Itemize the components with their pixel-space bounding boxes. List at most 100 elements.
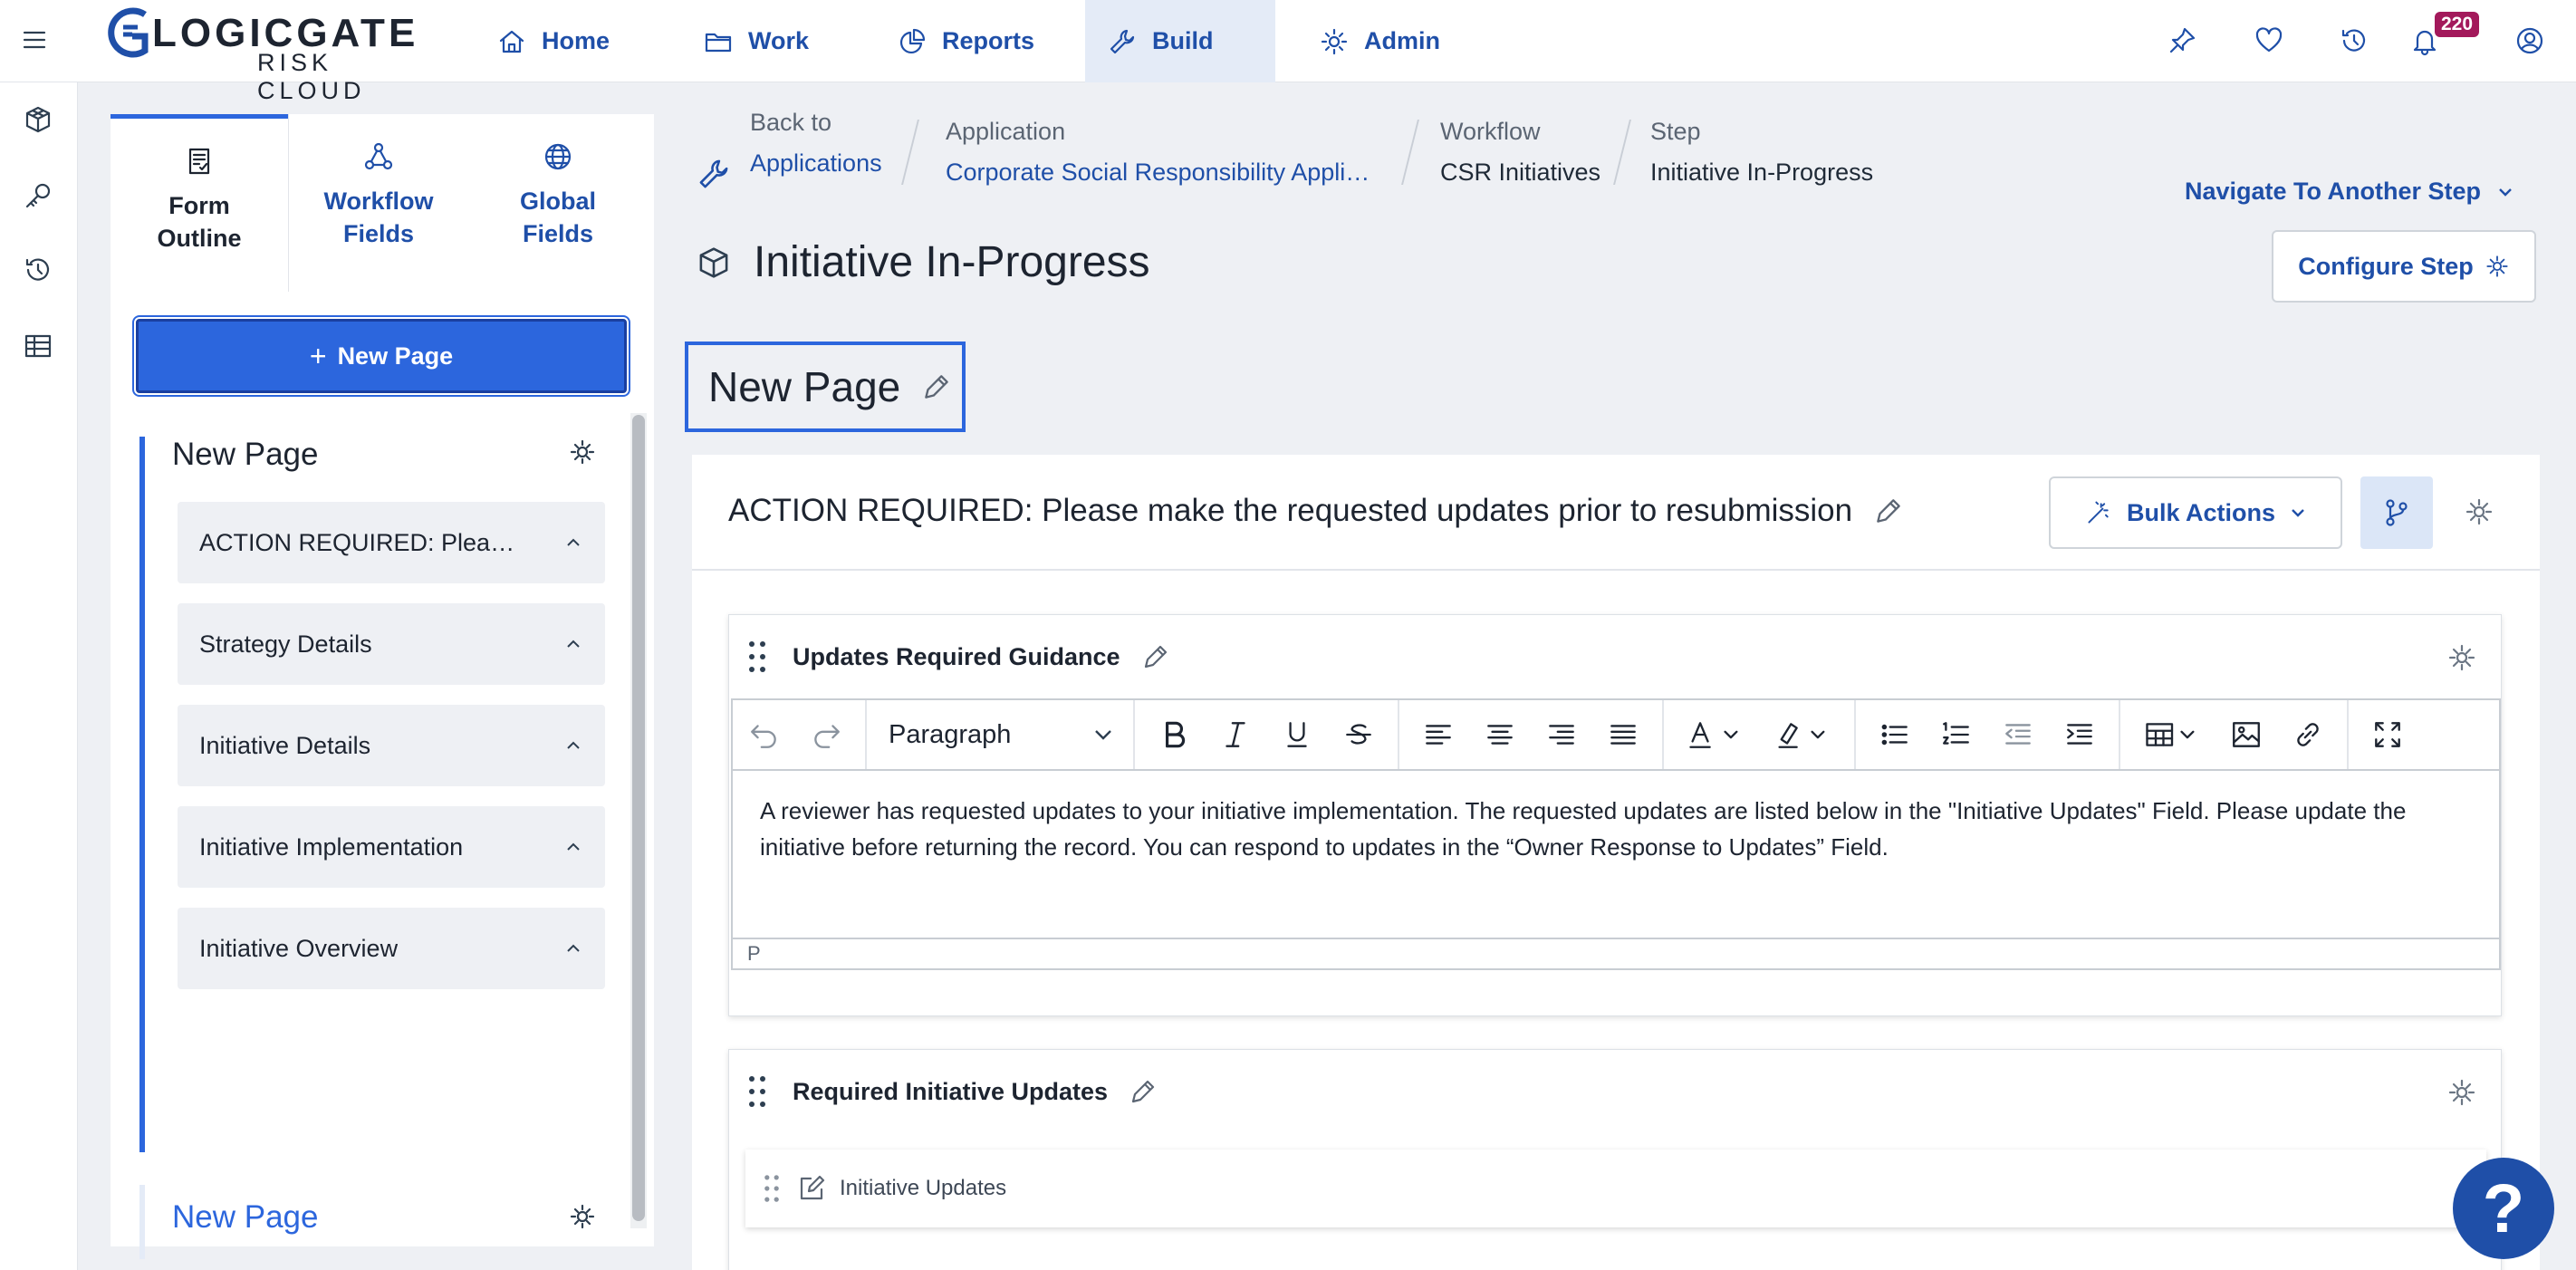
strikethrough-button[interactable] bbox=[1331, 707, 1387, 763]
align-right-button[interactable] bbox=[1533, 707, 1590, 763]
page-settings-icon[interactable] bbox=[567, 1201, 598, 1232]
brand-subtitle: RISK CLOUD bbox=[257, 49, 366, 104]
redo-icon bbox=[814, 725, 840, 748]
insert-image-button[interactable] bbox=[2218, 707, 2274, 763]
logo[interactable]: LOGICGATE RISK CLOUD bbox=[105, 4, 415, 104]
numbered-list-button[interactable] bbox=[1928, 707, 1985, 763]
pencil-icon[interactable] bbox=[920, 370, 953, 403]
breadcrumb-application[interactable]: Application Corporate Social Responsibil… bbox=[946, 118, 1370, 187]
tab-form-outline-label: Form Outline bbox=[157, 192, 242, 252]
bulleted-list-button[interactable] bbox=[1867, 707, 1923, 763]
tab-form-outline[interactable]: Form Outline bbox=[111, 114, 288, 292]
editor-content[interactable]: A reviewer has requested updates to your… bbox=[760, 793, 2472, 865]
breadcrumb-applications-link[interactable]: Applications bbox=[750, 149, 882, 178]
fullscreen-icon bbox=[2375, 722, 2400, 747]
outline-section[interactable]: Initiative Details bbox=[178, 705, 605, 786]
indent-button[interactable] bbox=[2052, 707, 2108, 763]
drag-handle-icon[interactable] bbox=[744, 1072, 771, 1111]
undo-button[interactable] bbox=[736, 707, 793, 763]
folder-icon bbox=[705, 33, 732, 52]
nav-admin-label: Admin bbox=[1364, 27, 1440, 54]
outline-section[interactable]: Initiative Implementation bbox=[178, 806, 605, 888]
section-card: ACTION REQUIRED: Please make the request… bbox=[692, 455, 2540, 1270]
page-settings-icon[interactable] bbox=[567, 437, 598, 467]
redo-button[interactable] bbox=[798, 707, 854, 763]
paragraph-select[interactable]: Paragraph bbox=[867, 700, 1135, 769]
page-heading[interactable]: New Page bbox=[685, 342, 966, 432]
drag-handle-icon[interactable] bbox=[760, 1170, 783, 1207]
wrench-icon bbox=[1110, 29, 1135, 53]
outline-scrollbar[interactable] bbox=[632, 415, 645, 1221]
nav-admin[interactable]: Admin bbox=[1297, 0, 1462, 82]
outline-section[interactable]: Initiative Overview bbox=[178, 908, 605, 989]
fullscreen-button[interactable] bbox=[2360, 707, 2416, 763]
outline-page[interactable]: New Page bbox=[139, 1185, 595, 1259]
drag-handle-icon[interactable] bbox=[744, 637, 771, 677]
pencil-icon[interactable] bbox=[1872, 495, 1905, 527]
nav-build[interactable]: Build bbox=[1085, 0, 1275, 82]
pencil-icon[interactable] bbox=[1140, 641, 1171, 672]
help-button[interactable]: ? bbox=[2453, 1158, 2554, 1259]
underline-button[interactable] bbox=[1269, 707, 1325, 763]
insert-table-button[interactable] bbox=[2131, 707, 2213, 763]
configure-step-button[interactable]: Configure Step bbox=[2272, 230, 2536, 303]
menu-icon[interactable] bbox=[14, 20, 54, 60]
cube-icon[interactable] bbox=[17, 99, 59, 140]
field-card[interactable]: Updates Required Guidance Paragraph A re… bbox=[728, 614, 2502, 1016]
wrench-icon[interactable] bbox=[696, 156, 732, 192]
rich-text-editor[interactable]: Paragraph A reviewer has requested updat… bbox=[731, 698, 2501, 970]
outline-section[interactable]: ACTION REQUIRED: Please make the request… bbox=[178, 502, 605, 583]
align-justify-button[interactable] bbox=[1595, 707, 1651, 763]
pin-icon[interactable] bbox=[2161, 20, 2203, 62]
nav-home[interactable]: Home bbox=[475, 0, 631, 82]
field-settings-icon[interactable] bbox=[2446, 1077, 2477, 1108]
outdent-button[interactable] bbox=[1990, 707, 2046, 763]
branch-button[interactable] bbox=[2360, 476, 2433, 549]
bold-button[interactable] bbox=[1146, 707, 1202, 763]
chevron-up-icon[interactable] bbox=[565, 740, 582, 751]
section-settings-icon[interactable] bbox=[2464, 496, 2494, 527]
outline-page[interactable]: New Page ACTION REQUIRED: Please make th… bbox=[139, 437, 620, 1152]
tab-workflow-fields[interactable]: Workflow Fields bbox=[290, 114, 467, 292]
chevron-up-icon[interactable] bbox=[565, 639, 582, 649]
link-icon bbox=[2297, 723, 2319, 746]
align-left-button[interactable] bbox=[1410, 707, 1466, 763]
italic-button[interactable] bbox=[1207, 707, 1264, 763]
pencil-icon[interactable] bbox=[1128, 1076, 1158, 1107]
heart-icon[interactable] bbox=[2248, 20, 2290, 62]
field-card[interactable]: Required Initiative Updates Initiative U… bbox=[728, 1049, 2502, 1270]
new-page-button[interactable]: + New Page bbox=[132, 315, 630, 397]
breadcrumb-divider bbox=[901, 120, 919, 185]
font-color-button[interactable] bbox=[1675, 707, 1756, 763]
chevron-up-icon[interactable] bbox=[565, 537, 582, 548]
navigate-step-dropdown[interactable]: Navigate To Another Step bbox=[2185, 178, 2514, 206]
step-title: Initiative In-Progress bbox=[696, 237, 1150, 287]
nested-field[interactable]: Initiative Updates bbox=[745, 1150, 2486, 1227]
field-title: Updates Required Guidance bbox=[793, 615, 1171, 698]
section-header: ACTION REQUIRED: Please make the request… bbox=[692, 455, 2540, 571]
editor-status-path: P bbox=[733, 938, 2499, 968]
highlight-button[interactable] bbox=[1762, 707, 1843, 763]
chevron-up-icon[interactable] bbox=[565, 943, 582, 954]
breadcrumb-back[interactable]: Back to Applications bbox=[750, 109, 882, 178]
magic-wand-icon bbox=[2088, 501, 2109, 524]
table-icon[interactable] bbox=[17, 325, 59, 367]
tab-global-fields[interactable]: Global Fields bbox=[469, 114, 647, 292]
field-header: Required Initiative Updates bbox=[729, 1050, 2501, 1133]
key-icon[interactable] bbox=[17, 175, 59, 216]
history-icon[interactable] bbox=[17, 249, 59, 291]
insert-link-button[interactable] bbox=[2280, 707, 2336, 763]
align-center-button[interactable] bbox=[1472, 707, 1528, 763]
nav-work[interactable]: Work bbox=[681, 0, 831, 82]
italic-icon bbox=[1226, 722, 1245, 747]
history-icon[interactable] bbox=[2333, 20, 2375, 62]
nav-reports[interactable]: Reports bbox=[875, 0, 1056, 82]
field-settings-icon[interactable] bbox=[2446, 642, 2477, 673]
breadcrumb-application-link[interactable]: Corporate Social Responsibility Appli… bbox=[946, 159, 1370, 187]
outline-section[interactable]: Strategy Details bbox=[178, 603, 605, 685]
underline-icon bbox=[1287, 722, 1307, 747]
chevron-up-icon[interactable] bbox=[565, 842, 582, 852]
step-title-text: Initiative In-Progress bbox=[754, 238, 1150, 286]
user-icon[interactable] bbox=[2509, 20, 2551, 62]
bulk-actions-button[interactable]: Bulk Actions bbox=[2049, 476, 2342, 549]
